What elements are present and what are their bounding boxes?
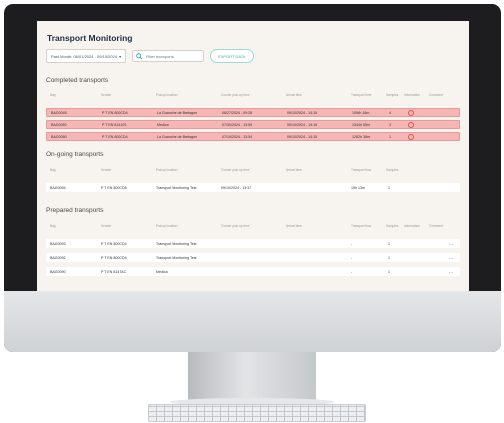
- transport-cell: 10Wh 16m: [352, 110, 370, 115]
- col-information: Information: [404, 92, 420, 97]
- date-range-value: Past Month: 08/01/2024 - 09/10/2024: [51, 53, 118, 59]
- transport-cell: 1282h 38m: [352, 134, 370, 139]
- col-sender: Sender: [101, 223, 112, 228]
- more-options-icon[interactable]: ...: [449, 255, 453, 261]
- bag-cell: BAG0092: [50, 255, 66, 260]
- col-pickup-time: Courier pick-up time: [221, 167, 250, 172]
- col-sender: Sender: [101, 92, 112, 97]
- table-row[interactable]: BAG0090 P T EN 814TAC Medica - 1 ...: [46, 267, 460, 276]
- table-row[interactable]: BAG0045 P T EN 800CD4 La Guanche de Bret…: [46, 108, 460, 117]
- sender-cell: P T EN 800CD4: [102, 110, 128, 115]
- col-samples: Samples: [386, 92, 399, 97]
- col-pickup-time: Courier pick-up time: [221, 92, 250, 97]
- col-bag: Bag: [50, 92, 56, 97]
- more-options-icon[interactable]: ...: [449, 269, 453, 275]
- bag-cell: BAG0045: [51, 110, 67, 115]
- col-samples: Samples: [386, 223, 399, 228]
- warning-icon[interactable]: [408, 121, 414, 128]
- sender-cell: P T EN 814TAC: [101, 269, 127, 274]
- chevron-down-icon: ▾: [119, 53, 122, 59]
- page-title: Transport Monitoring: [47, 33, 133, 43]
- arrival-cell: 09/10/2024 - 14:15: [287, 110, 318, 115]
- transport-cell: -: [351, 255, 353, 260]
- pickup-cell: Medica: [157, 122, 169, 127]
- warning-icon[interactable]: [408, 109, 414, 116]
- pickup-time-cell: 07/10/2024 - 13:54: [222, 134, 253, 139]
- col-pickup-time: Courier pick-up time: [221, 223, 250, 228]
- screen: Transport Monitoring Past Month: 08/01/2…: [37, 21, 469, 291]
- col-comment: Comment: [429, 223, 443, 228]
- samples-cell: 1: [388, 185, 390, 190]
- col-samples: Samples: [386, 167, 399, 172]
- sender-cell: P T EN 800CD4: [101, 255, 127, 260]
- col-transport: Transport time: [351, 223, 372, 228]
- table-row[interactable]: BAG0094 P T EN 800CD8 Transport Monitori…: [46, 183, 460, 192]
- pickup-cell: Transport Monitoring Test: [156, 255, 197, 260]
- col-bag: Bag: [50, 223, 56, 228]
- search-box[interactable]: [132, 50, 205, 62]
- more-options-icon[interactable]: ...: [449, 241, 453, 247]
- completed-section-title: Completed transports: [46, 77, 109, 84]
- pickup-cell: Transport Monitoring Test: [156, 241, 197, 246]
- search-icon: [136, 52, 143, 60]
- table-row[interactable]: BAG0050 P T EN 814103 Medica 07/30/2024 …: [46, 120, 460, 129]
- sender-cell: P T EN 814103: [102, 122, 127, 127]
- toolbar: Past Month: 08/01/2024 - 09/10/2024 ▾ EX…: [46, 49, 254, 63]
- pickup-time-cell: 09/10/2024 - 13:37: [221, 185, 252, 190]
- col-pickup: Pickup location: [156, 167, 178, 172]
- samples-cell: 1: [388, 255, 390, 260]
- table-row[interactable]: BAG0092 P T EN 800CD4 Transport Monitori…: [46, 253, 460, 262]
- prepared-section-title: Prepared transports: [46, 207, 104, 214]
- samples-cell: 4: [389, 110, 391, 115]
- pickup-cell: La Guanche de Bretagne: [157, 110, 198, 115]
- warning-icon[interactable]: [408, 133, 414, 140]
- prepared-table-header: Bag Sender Pickup location Courier pick-…: [46, 222, 460, 229]
- col-transport: Transport time: [351, 92, 372, 97]
- col-bag: Bag: [50, 167, 56, 172]
- export-data-button[interactable]: EXPORT DATA: [210, 49, 254, 63]
- col-pickup: Pickup location: [156, 92, 178, 97]
- bag-cell: BAG0093: [50, 241, 66, 246]
- sender-cell: P T EN 800CD8: [101, 185, 127, 190]
- pickup-cell: Transport Monitoring Test: [156, 185, 197, 190]
- bag-cell: BAG0094: [50, 185, 66, 190]
- monitor-chin: [4, 291, 501, 352]
- col-arrival: Arrival time: [286, 167, 302, 172]
- pickup-time-cell: 07/30/2024 - 13:59: [222, 122, 253, 127]
- ongoing-table-header: Bag Sender Pickup location Courier pick-…: [46, 166, 460, 173]
- keyboard: [148, 404, 366, 422]
- transport-cell: 1344h 55m: [352, 122, 370, 127]
- transport-cell: 19h 13m: [351, 185, 365, 190]
- col-comment: Comment: [429, 92, 443, 97]
- date-range-select[interactable]: Past Month: 08/01/2024 - 09/10/2024 ▾: [46, 49, 127, 63]
- bag-cell: BAG0050: [51, 122, 67, 127]
- table-row[interactable]: BAG0093 P T EN 800CD4 Transport Monitori…: [46, 239, 460, 248]
- transport-cell: -: [351, 269, 353, 274]
- completed-table-header: Bag Sender Pickup location Courier pick-…: [46, 91, 460, 98]
- arrival-cell: 09/10/2024 - 14:15: [287, 134, 318, 139]
- pickup-cell: La Guanche de Bretagne: [157, 134, 198, 139]
- col-arrival: Arrival time: [286, 223, 302, 228]
- arrival-cell: 09/10/2024 - 14:15: [287, 122, 318, 127]
- bag-cell: BAG0060: [51, 134, 67, 139]
- pickup-cell: Medica: [156, 269, 168, 274]
- bag-cell: BAG0090: [50, 269, 66, 274]
- col-sender: Sender: [101, 167, 112, 172]
- col-information: Information: [404, 223, 420, 228]
- samples-cell: 1: [388, 241, 390, 246]
- samples-cell: 1: [388, 269, 390, 274]
- sender-cell: P T EN 800CD4: [101, 241, 127, 246]
- pickup-time-cell: 08/27/2024 - 09:26: [222, 110, 253, 115]
- samples-cell: 1: [389, 134, 391, 139]
- samples-cell: 3: [389, 122, 391, 127]
- transport-cell: -: [351, 241, 353, 246]
- search-input[interactable]: [145, 53, 201, 59]
- col-arrival: Arrival time: [286, 92, 302, 97]
- col-transport: Transport time: [351, 167, 372, 172]
- col-pickup: Pickup location: [156, 223, 178, 228]
- monitor-stand: [188, 352, 316, 404]
- table-row[interactable]: BAG0060 P T EN 800CD4 La Guanche de Bret…: [46, 132, 460, 141]
- ongoing-section-title: On-going transports: [46, 151, 104, 158]
- sender-cell: P T EN 800CD4: [102, 134, 128, 139]
